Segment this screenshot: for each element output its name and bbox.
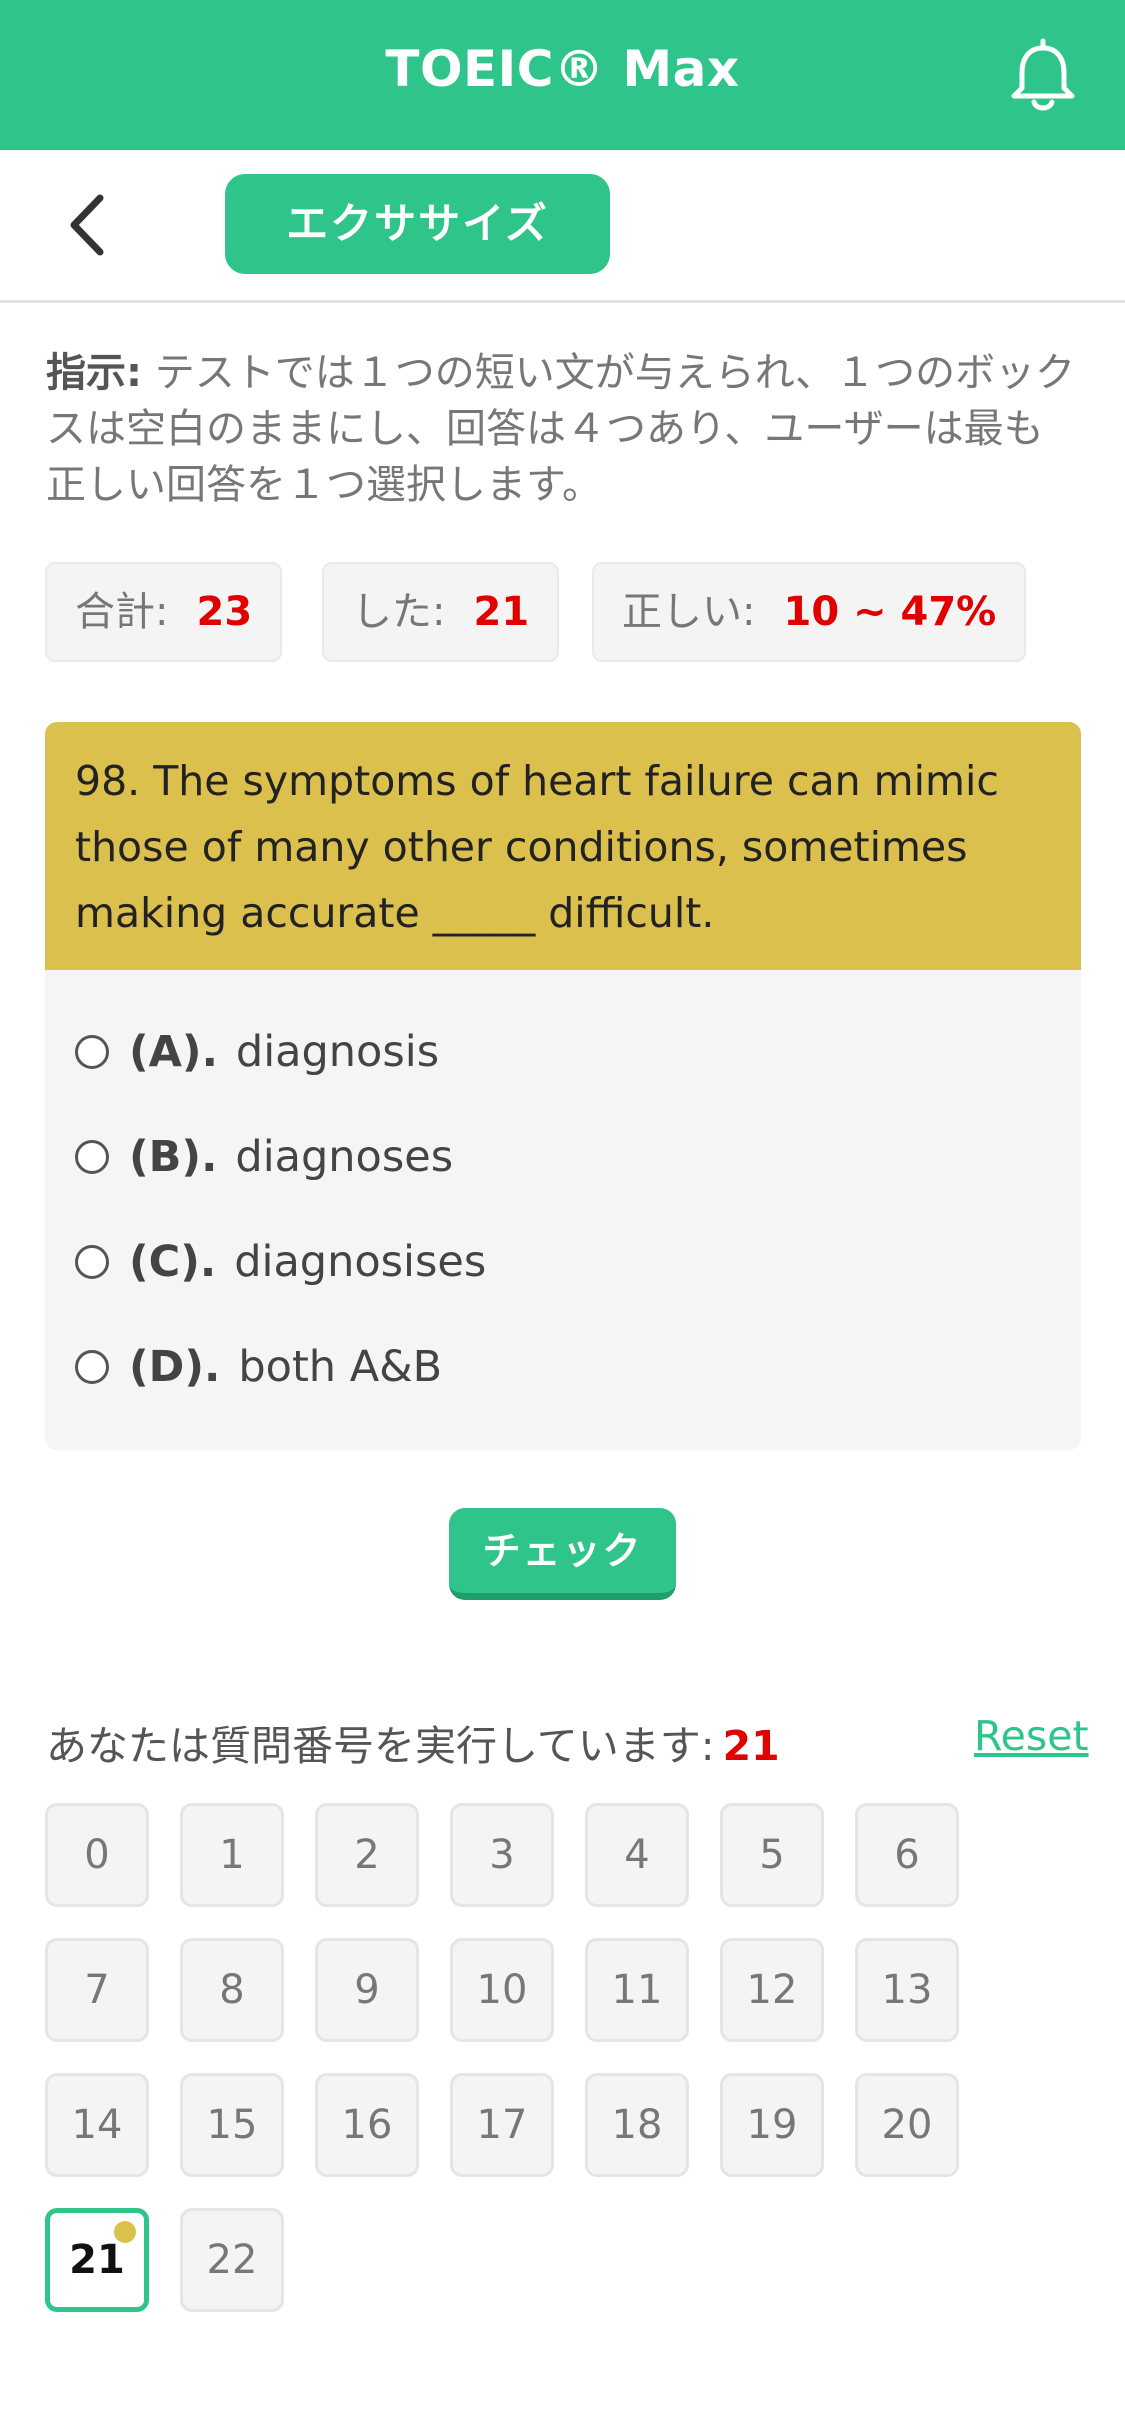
reset-link[interactable]: Reset [974,1712,1089,1760]
option-d[interactable]: (D). both A&B [75,1332,442,1402]
option-text: diagnoses [235,1132,454,1182]
chevron-left-icon[interactable] [60,190,120,260]
question-number-button[interactable]: 0 [45,1803,149,1907]
question-number-button[interactable]: 13 [855,1938,959,2042]
option-letter: (D). [129,1342,221,1392]
option-text: diagnosis [235,1027,440,1077]
question-number-button[interactable]: 2 [315,1803,419,1907]
stat-done-label: した: [352,589,446,635]
stat-correct: 正しい: 10 ~ 47% [592,562,1027,662]
check-button[interactable]: チェック [449,1508,676,1600]
stat-done: した: 21 [322,562,560,662]
current-question-indicator: あなたは質問番号を実行しています: 21 [46,1712,780,1772]
question-number-button[interactable]: 10 [450,1938,554,2042]
question-number-grid: 0 1 2 3 4 5 6 7 8 9 10 11 12 13 14 15 16… [45,1803,1045,2323]
option-text: both A&B [238,1342,443,1392]
stat-done-value: 21 [473,589,530,635]
option-letter: (C). [129,1237,217,1287]
option-b[interactable]: (B). diagnoses [75,1122,453,1192]
stat-total: 合計: 23 [45,562,283,662]
tab-exercise[interactable]: エクササイズ [225,174,610,274]
question-number-button[interactable]: 14 [45,2073,149,2177]
question-number-button[interactable]: 16 [315,2073,419,2177]
question-number-button[interactable]: 9 [315,1938,419,2042]
radio-button[interactable] [75,1140,109,1174]
question-number-button[interactable]: 22 [180,2208,284,2312]
question-text: 98. The symptoms of heart failure can mi… [45,722,1081,970]
question-number-button[interactable]: 5 [720,1803,824,1907]
question-number-button[interactable]: 7 [45,1938,149,2042]
current-question-number: 21 [722,1722,780,1770]
question-number-button[interactable]: 12 [720,1938,824,2042]
question-number-button[interactable]: 6 [855,1803,959,1907]
instructions-lead: 指示: [46,350,142,396]
question-number-button[interactable]: 15 [180,2073,284,2177]
radio-button[interactable] [75,1350,109,1384]
current-question-label: あなたは質問番号を実行しています: [46,1722,715,1770]
instructions: 指示: テストでは１つの短い文が与えられ、１つのボックスは空白のままにし、回答は… [46,345,1076,513]
question-number-button[interactable]: 11 [585,1938,689,2042]
stat-correct-label: 正しい: [622,589,756,635]
answer-options: (A). diagnosis (B). diagnoses (C). diagn… [45,970,1081,1450]
question-number-button[interactable]: 3 [450,1803,554,1907]
app-title: TOEIC® Max [385,40,740,98]
question-number-button[interactable]: 17 [450,2073,554,2177]
question-number-button[interactable]: 18 [585,2073,689,2177]
option-letter: (B). [129,1132,218,1182]
instructions-text: テストでは１つの短い文が与えられ、１つのボックスは空白のままにし、回答は４つあり… [46,350,1076,508]
current-dot-icon [114,2221,136,2243]
radio-button[interactable] [75,1035,109,1069]
question-number-button[interactable]: 8 [180,1938,284,2042]
question-number-button[interactable]: 20 [855,2073,959,2177]
option-letter: (A). [129,1027,218,1077]
question-number-button[interactable]: 1 [180,1803,284,1907]
option-c[interactable]: (C). diagnosises [75,1227,486,1297]
option-a[interactable]: (A). diagnosis [75,1017,439,1087]
top-app-bar: TOEIC® Max [0,0,1125,150]
question-number-button[interactable]: 4 [585,1803,689,1907]
stat-total-label: 合計: [75,589,169,635]
radio-button[interactable] [75,1245,109,1279]
bell-icon[interactable] [1008,38,1078,113]
stat-correct-value: 10 ~ 47% [783,589,997,635]
section-nav-bar: エクササイズ [0,150,1125,303]
question-number-label: 21 [69,2237,125,2283]
question-number-button[interactable]: 19 [720,2073,824,2177]
stat-total-value: 23 [196,589,253,635]
option-text: diagnosises [234,1237,487,1287]
question-number-button-current[interactable]: 21 [45,2208,149,2312]
